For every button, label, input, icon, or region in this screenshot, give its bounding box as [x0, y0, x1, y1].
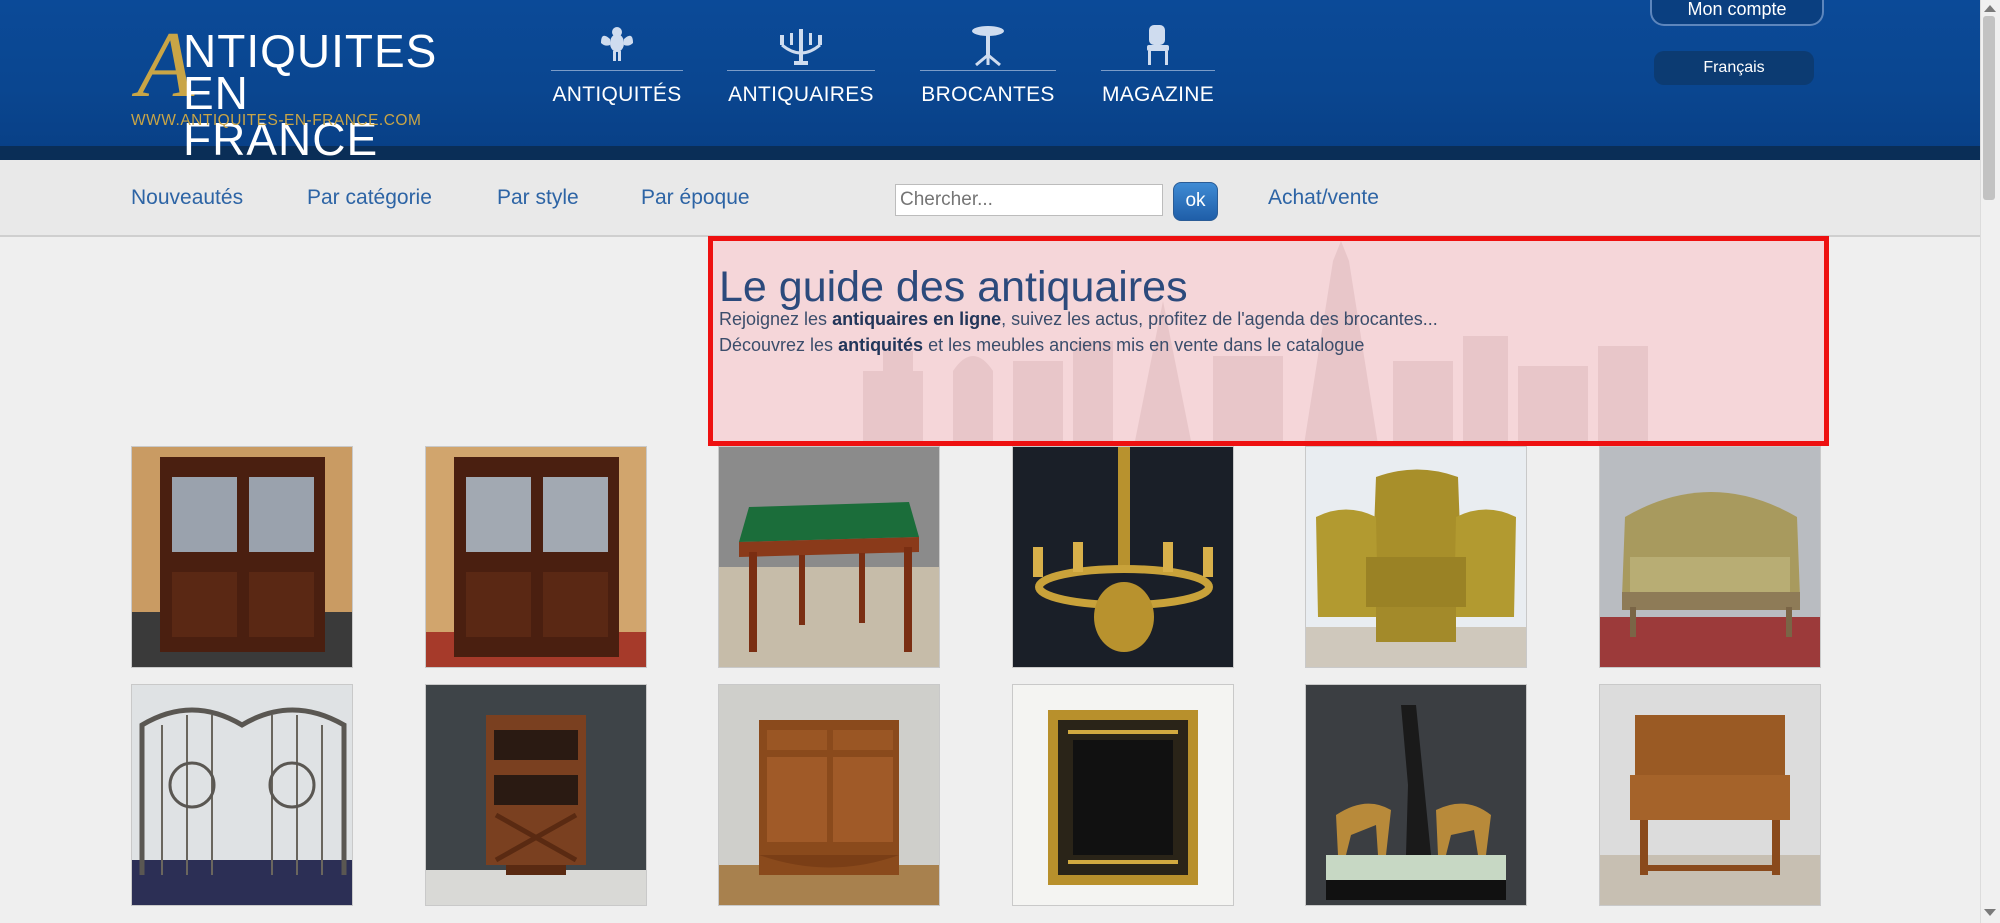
link-par-style[interactable]: Par style	[497, 186, 579, 210]
site-logo[interactable]: A NTIQUITES EN FRANCE WWW.ANTIQUITES-EN-…	[131, 18, 441, 162]
hero-line-1: Rejoignez les antiquaires en ligne, suiv…	[719, 309, 1438, 329]
pedestal-table-icon	[972, 26, 1004, 67]
product-thumb-wrought-iron-gate[interactable]	[131, 684, 353, 906]
hero-link-antiquaires[interactable]: antiquaires en ligne	[832, 309, 1001, 329]
nav-label: ANTIQUAIRES	[728, 83, 874, 106]
product-thumb-bookcase-buffet-2[interactable]	[425, 446, 647, 668]
search-input[interactable]	[895, 184, 1163, 216]
link-par-epoque[interactable]: Par époque	[641, 186, 750, 210]
hero-banner: Le guide des antiquaires Rejoignez les a…	[708, 236, 1829, 446]
link-nouveautes[interactable]: Nouveautés	[131, 186, 243, 210]
product-thumb-art-deco-sculpture[interactable]	[1305, 684, 1527, 906]
nav-underline	[551, 70, 683, 71]
scroll-up-arrow-icon[interactable]	[1984, 5, 1996, 12]
nav-underline	[727, 70, 875, 71]
nav-antiquites[interactable]: ANTIQUITÉS	[551, 22, 683, 112]
product-thumb-buffet[interactable]	[718, 684, 940, 906]
nav-underline	[920, 70, 1056, 71]
product-thumb-game-table[interactable]	[718, 446, 940, 668]
product-thumb-settee[interactable]	[1599, 446, 1821, 668]
search-submit-button[interactable]: ok	[1173, 182, 1218, 221]
hero-link-antiquites[interactable]: antiquités	[838, 335, 923, 355]
nav-underline	[1101, 70, 1215, 71]
scrollbar-thumb[interactable]	[1983, 16, 1995, 200]
hero-title: Le guide des antiquaires	[719, 263, 1188, 311]
account-button[interactable]: Mon compte	[1650, 0, 1824, 26]
link-par-categorie[interactable]: Par catégorie	[307, 186, 432, 210]
product-thumb-living-room-set[interactable]	[1305, 446, 1527, 668]
product-thumb-revolving-bookcase[interactable]	[425, 684, 647, 906]
nav-label: BROCANTES	[921, 83, 1055, 106]
chair-icon	[1147, 25, 1169, 65]
nav-label: MAGAZINE	[1101, 83, 1215, 106]
nav-antiquaires[interactable]: ANTIQUAIRES	[727, 22, 875, 112]
link-achat-vente[interactable]: Achat/vente	[1268, 186, 1379, 210]
nav-brocantes[interactable]: BROCANTES	[920, 22, 1056, 112]
cherub-icon	[601, 27, 633, 61]
scroll-down-arrow-icon[interactable]	[1984, 909, 1996, 916]
candelabra-icon	[780, 29, 822, 65]
nav-label: ANTIQUITÉS	[552, 83, 682, 106]
logo-url: WWW.ANTIQUITES-EN-FRANCE.COM	[131, 112, 422, 129]
product-thumb-gilt-chandelier[interactable]	[1012, 446, 1234, 668]
nav-magazine[interactable]: MAGAZINE	[1101, 22, 1215, 112]
product-thumb-gilt-mirror[interactable]	[1012, 684, 1234, 906]
hero-line-2: Découvrez les antiquités et les meubles …	[719, 335, 1365, 355]
product-thumb-bookcase-buffet-1[interactable]	[131, 446, 353, 668]
product-thumb-secretary-desk[interactable]	[1599, 684, 1821, 906]
language-selector[interactable]: Français	[1654, 51, 1814, 85]
